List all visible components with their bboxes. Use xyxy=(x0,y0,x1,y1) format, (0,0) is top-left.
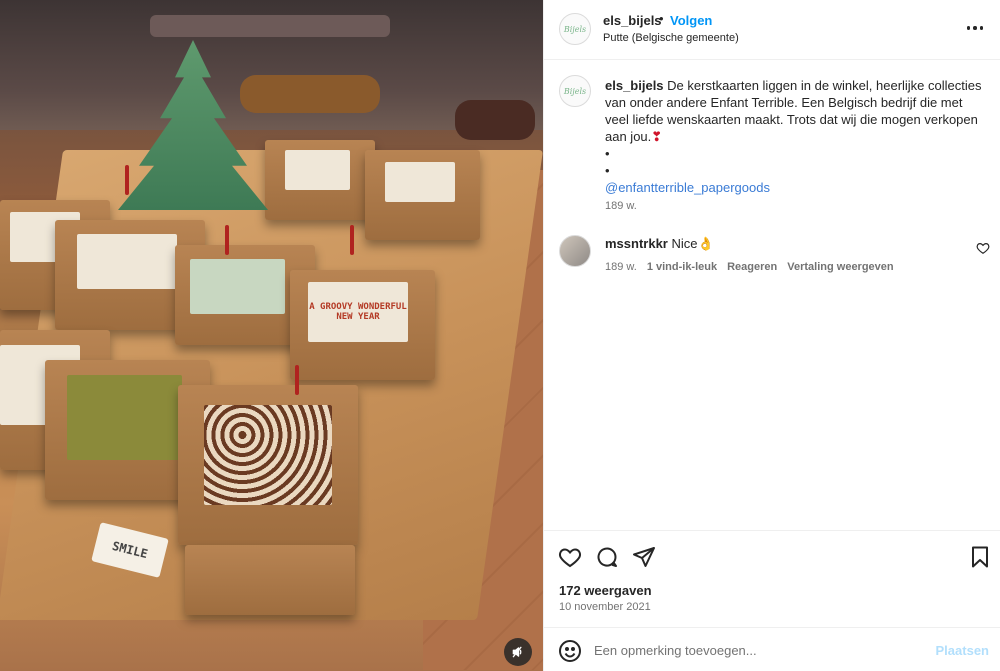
view-count[interactable]: 172 weergaven xyxy=(559,583,652,598)
post-header: Bijels els_bijels • Volgen Putte (Belgis… xyxy=(544,0,1000,60)
comment-meta: 189 w. 1 vind-ik-leuk Reageren Vertaling… xyxy=(605,261,894,273)
post-date[interactable]: 10 november 2021 xyxy=(559,601,651,613)
card-box xyxy=(365,150,480,240)
red-ribbon xyxy=(295,365,299,395)
action-bar xyxy=(544,530,1000,582)
more-horizontal-icon xyxy=(966,26,971,30)
add-comment-bar: Plaatsen xyxy=(544,627,1000,671)
card-box: A GROOVY WONDERFUL NEW YEAR xyxy=(290,270,435,380)
caption-username[interactable]: els_bijels xyxy=(605,78,664,93)
more-options-button[interactable] xyxy=(963,18,987,38)
caption-bullet: • xyxy=(605,163,610,178)
post-caption: els_bijels De kerstkaarten liggen in de … xyxy=(605,77,985,196)
mute-button[interactable] xyxy=(504,638,532,666)
avatar-logo: Bijels xyxy=(563,86,587,96)
bookmark-icon[interactable] xyxy=(968,545,992,569)
candle-jar-dark xyxy=(455,100,535,140)
post-location[interactable]: Putte (Belgische gemeente) xyxy=(603,32,739,44)
comment-icon[interactable] xyxy=(595,545,619,569)
comment-timestamp[interactable]: 189 w. xyxy=(605,261,637,273)
comment-likes[interactable]: 1 vind-ik-leuk xyxy=(647,261,717,273)
muted-speaker-icon xyxy=(512,646,522,658)
comment-input[interactable] xyxy=(594,638,924,662)
avatar[interactable]: Bijels xyxy=(559,13,591,45)
caption-timestamp[interactable]: 189 w. xyxy=(605,200,637,212)
card-box xyxy=(265,140,375,220)
caption-bullet: • xyxy=(605,146,610,161)
candle-shelf xyxy=(150,15,390,37)
red-ribbon xyxy=(125,165,129,195)
comment: mssntrkkr Nice👌 xyxy=(605,236,714,252)
card-box xyxy=(178,385,358,545)
new-year-card: A GROOVY WONDERFUL NEW YEAR xyxy=(308,282,408,342)
post-details-panel: Bijels els_bijels • Volgen Putte (Belgis… xyxy=(543,0,1000,671)
mention-link[interactable]: @enfantterrible_papergoods xyxy=(605,179,985,196)
comment-heart-icon[interactable] xyxy=(976,241,990,255)
heart-icon[interactable] xyxy=(558,545,582,569)
post-media-video[interactable]: A GROOVY WONDERFUL NEW YEAR SMILE xyxy=(0,0,543,671)
follow-button[interactable]: Volgen xyxy=(670,13,712,28)
commenter-avatar[interactable] xyxy=(559,235,591,267)
red-ribbon xyxy=(350,225,354,255)
red-ribbon xyxy=(225,225,229,255)
card-box xyxy=(185,545,355,615)
show-translation-button[interactable]: Vertaling weergeven xyxy=(787,261,893,273)
heart-emoji: ❣ xyxy=(651,129,663,144)
post-username[interactable]: els_bijels xyxy=(603,13,662,28)
post-comment-button[interactable]: Plaatsen xyxy=(936,643,989,658)
candle-jars xyxy=(240,75,380,113)
emoji-icon[interactable] xyxy=(558,639,582,663)
comment-text: Nice👌 xyxy=(671,236,714,251)
caption-avatar[interactable]: Bijels xyxy=(559,75,591,107)
avatar-logo: Bijels xyxy=(563,24,587,34)
send-icon[interactable] xyxy=(632,545,656,569)
separator-dot: • xyxy=(659,11,664,26)
comment-username[interactable]: mssntrkkr xyxy=(605,236,668,251)
reply-button[interactable]: Reageren xyxy=(727,261,777,273)
